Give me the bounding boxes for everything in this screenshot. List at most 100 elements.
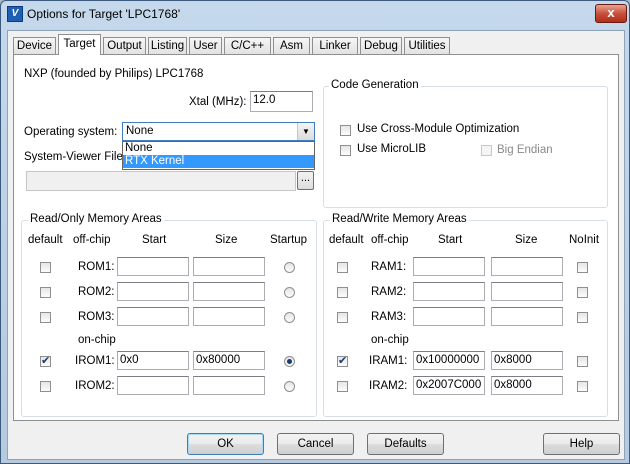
target-tab-panel: NXP (founded by Philips) LPC1768 Xtal (M…: [13, 54, 619, 421]
cancel-button[interactable]: Cancel: [277, 433, 354, 455]
microlib-label: Use MicroLIB: [357, 143, 427, 155]
rom-header-start: Start: [142, 234, 167, 246]
iram2-size-input[interactable]: 0x8000: [491, 376, 563, 395]
irom1-startup-radio[interactable]: [284, 356, 295, 367]
rom2-label: ROM2:: [78, 286, 115, 298]
ram3-label: RAM3:: [371, 311, 407, 323]
ram3-start-input[interactable]: [413, 307, 485, 326]
rom2-default-checkbox[interactable]: [40, 287, 51, 298]
tab-utilities[interactable]: Utilities: [404, 37, 450, 54]
os-option-none[interactable]: None: [123, 142, 314, 155]
iram2-start-input[interactable]: 0x2007C000: [413, 376, 485, 395]
ram2-default-checkbox[interactable]: [337, 287, 348, 298]
os-label: Operating system:: [24, 126, 118, 138]
rom3-startup-radio[interactable]: [284, 312, 295, 323]
ram3-size-input[interactable]: [491, 307, 563, 326]
tab-linker[interactable]: Linker: [312, 37, 358, 54]
help-button[interactable]: Help: [543, 433, 620, 455]
rom-onchip-label: on-chip: [78, 334, 116, 346]
iram2-noinit-checkbox[interactable]: [577, 381, 588, 392]
xtal-input[interactable]: 12.0: [250, 91, 313, 112]
rom3-size-input[interactable]: [193, 307, 265, 326]
iram2-label: IRAM2:: [369, 380, 408, 392]
ram2-size-input[interactable]: [491, 282, 563, 301]
irom1-start-input[interactable]: 0x0: [117, 351, 189, 370]
ram1-start-input[interactable]: [413, 257, 485, 276]
rom1-startup-radio[interactable]: [284, 262, 295, 273]
rom1-start-input[interactable]: [117, 257, 189, 276]
iram1-start-input[interactable]: 0x10000000: [413, 351, 485, 370]
rom3-label: ROM3:: [78, 311, 115, 323]
rom-header-default: default: [28, 234, 63, 246]
irom1-default-checkbox[interactable]: [40, 354, 51, 367]
cross-module-label: Use Cross-Module Optimization: [357, 123, 520, 135]
ram3-noinit-checkbox[interactable]: [577, 312, 588, 323]
irom2-startup-radio[interactable]: [284, 381, 295, 392]
ram-header-start: Start: [438, 234, 463, 246]
iram1-default-checkbox[interactable]: [337, 354, 348, 367]
irom2-start-input[interactable]: [117, 376, 189, 395]
device-label: NXP (founded by Philips) LPC1768: [24, 68, 204, 80]
rom-areas-title: Read/Only Memory Areas: [28, 213, 164, 225]
tab-device[interactable]: Device: [13, 37, 56, 54]
defaults-button[interactable]: Defaults: [367, 433, 444, 455]
app-icon: V: [7, 6, 23, 22]
tab-cpp[interactable]: C/C++: [224, 37, 271, 54]
os-select-value: None: [126, 125, 154, 137]
tab-target[interactable]: Target: [58, 34, 101, 55]
rom-header-offchip: off-chip: [73, 234, 111, 246]
rom2-size-input[interactable]: [193, 282, 265, 301]
tab-output[interactable]: Output: [103, 37, 146, 54]
sysviewer-label: System-Viewer File (: [24, 151, 130, 163]
ram1-default-checkbox[interactable]: [337, 262, 348, 273]
ram1-label: RAM1:: [371, 261, 407, 273]
ram2-start-input[interactable]: [413, 282, 485, 301]
chevron-down-icon[interactable]: ▼: [297, 123, 314, 140]
code-generation-group: Code Generation Use Cross-Module Optimiz…: [323, 79, 608, 208]
rom1-default-checkbox[interactable]: [40, 262, 51, 273]
big-endian-label: Big Endian: [497, 144, 553, 156]
ram-header-default: default: [329, 234, 364, 246]
ram2-label: RAM2:: [371, 286, 407, 298]
irom2-default-checkbox[interactable]: [40, 381, 51, 392]
tab-user[interactable]: User: [189, 37, 222, 54]
rom2-startup-radio[interactable]: [284, 287, 295, 298]
ram3-default-checkbox[interactable]: [337, 312, 348, 323]
title-bar[interactable]: V Options for Target 'LPC1768' x: [1, 1, 629, 29]
rom-header-size: Size: [215, 234, 238, 246]
irom2-label: IROM2:: [75, 380, 115, 392]
iram1-noinit-checkbox[interactable]: [577, 356, 588, 367]
code-generation-title: Code Generation: [329, 79, 421, 91]
ram-areas-title: Read/Write Memory Areas: [330, 213, 469, 225]
rom3-start-input[interactable]: [117, 307, 189, 326]
cross-module-checkbox[interactable]: [340, 125, 351, 136]
xtal-label: Xtal (MHz):: [189, 96, 247, 108]
rom1-label: ROM1:: [78, 261, 115, 273]
iram1-size-input[interactable]: 0x8000: [491, 351, 563, 370]
window-title: Options for Target 'LPC1768': [27, 7, 181, 21]
rom2-start-input[interactable]: [117, 282, 189, 301]
options-dialog: V Options for Target 'LPC1768' x Device …: [0, 0, 630, 464]
ram1-size-input[interactable]: [491, 257, 563, 276]
ram1-noinit-checkbox[interactable]: [577, 262, 588, 273]
dialog-client: Device Target Output Listing User C/C++ …: [7, 30, 625, 460]
os-option-rtx-kernel[interactable]: RTX Kernel: [123, 155, 314, 168]
tab-debug[interactable]: Debug: [360, 37, 402, 54]
irom2-size-input[interactable]: [193, 376, 265, 395]
sysviewer-browse-button[interactable]: ...: [297, 171, 314, 190]
ok-button[interactable]: OK: [187, 433, 264, 455]
rom1-size-input[interactable]: [193, 257, 265, 276]
os-select[interactable]: None ▼: [122, 122, 315, 141]
tab-listing[interactable]: Listing: [148, 37, 187, 54]
microlib-checkbox[interactable]: [340, 145, 351, 156]
irom1-size-input[interactable]: 0x80000: [193, 351, 265, 370]
sysviewer-path-input[interactable]: [26, 171, 296, 191]
rom3-default-checkbox[interactable]: [40, 312, 51, 323]
tab-asm[interactable]: Asm: [273, 37, 310, 54]
iram2-default-checkbox[interactable]: [337, 381, 348, 392]
ram2-noinit-checkbox[interactable]: [577, 287, 588, 298]
rom-header-startup: Startup: [270, 234, 308, 246]
close-button[interactable]: x: [595, 4, 627, 23]
iram1-label: IRAM1:: [369, 355, 408, 367]
ram-header-noinit: NoInit: [569, 234, 600, 246]
